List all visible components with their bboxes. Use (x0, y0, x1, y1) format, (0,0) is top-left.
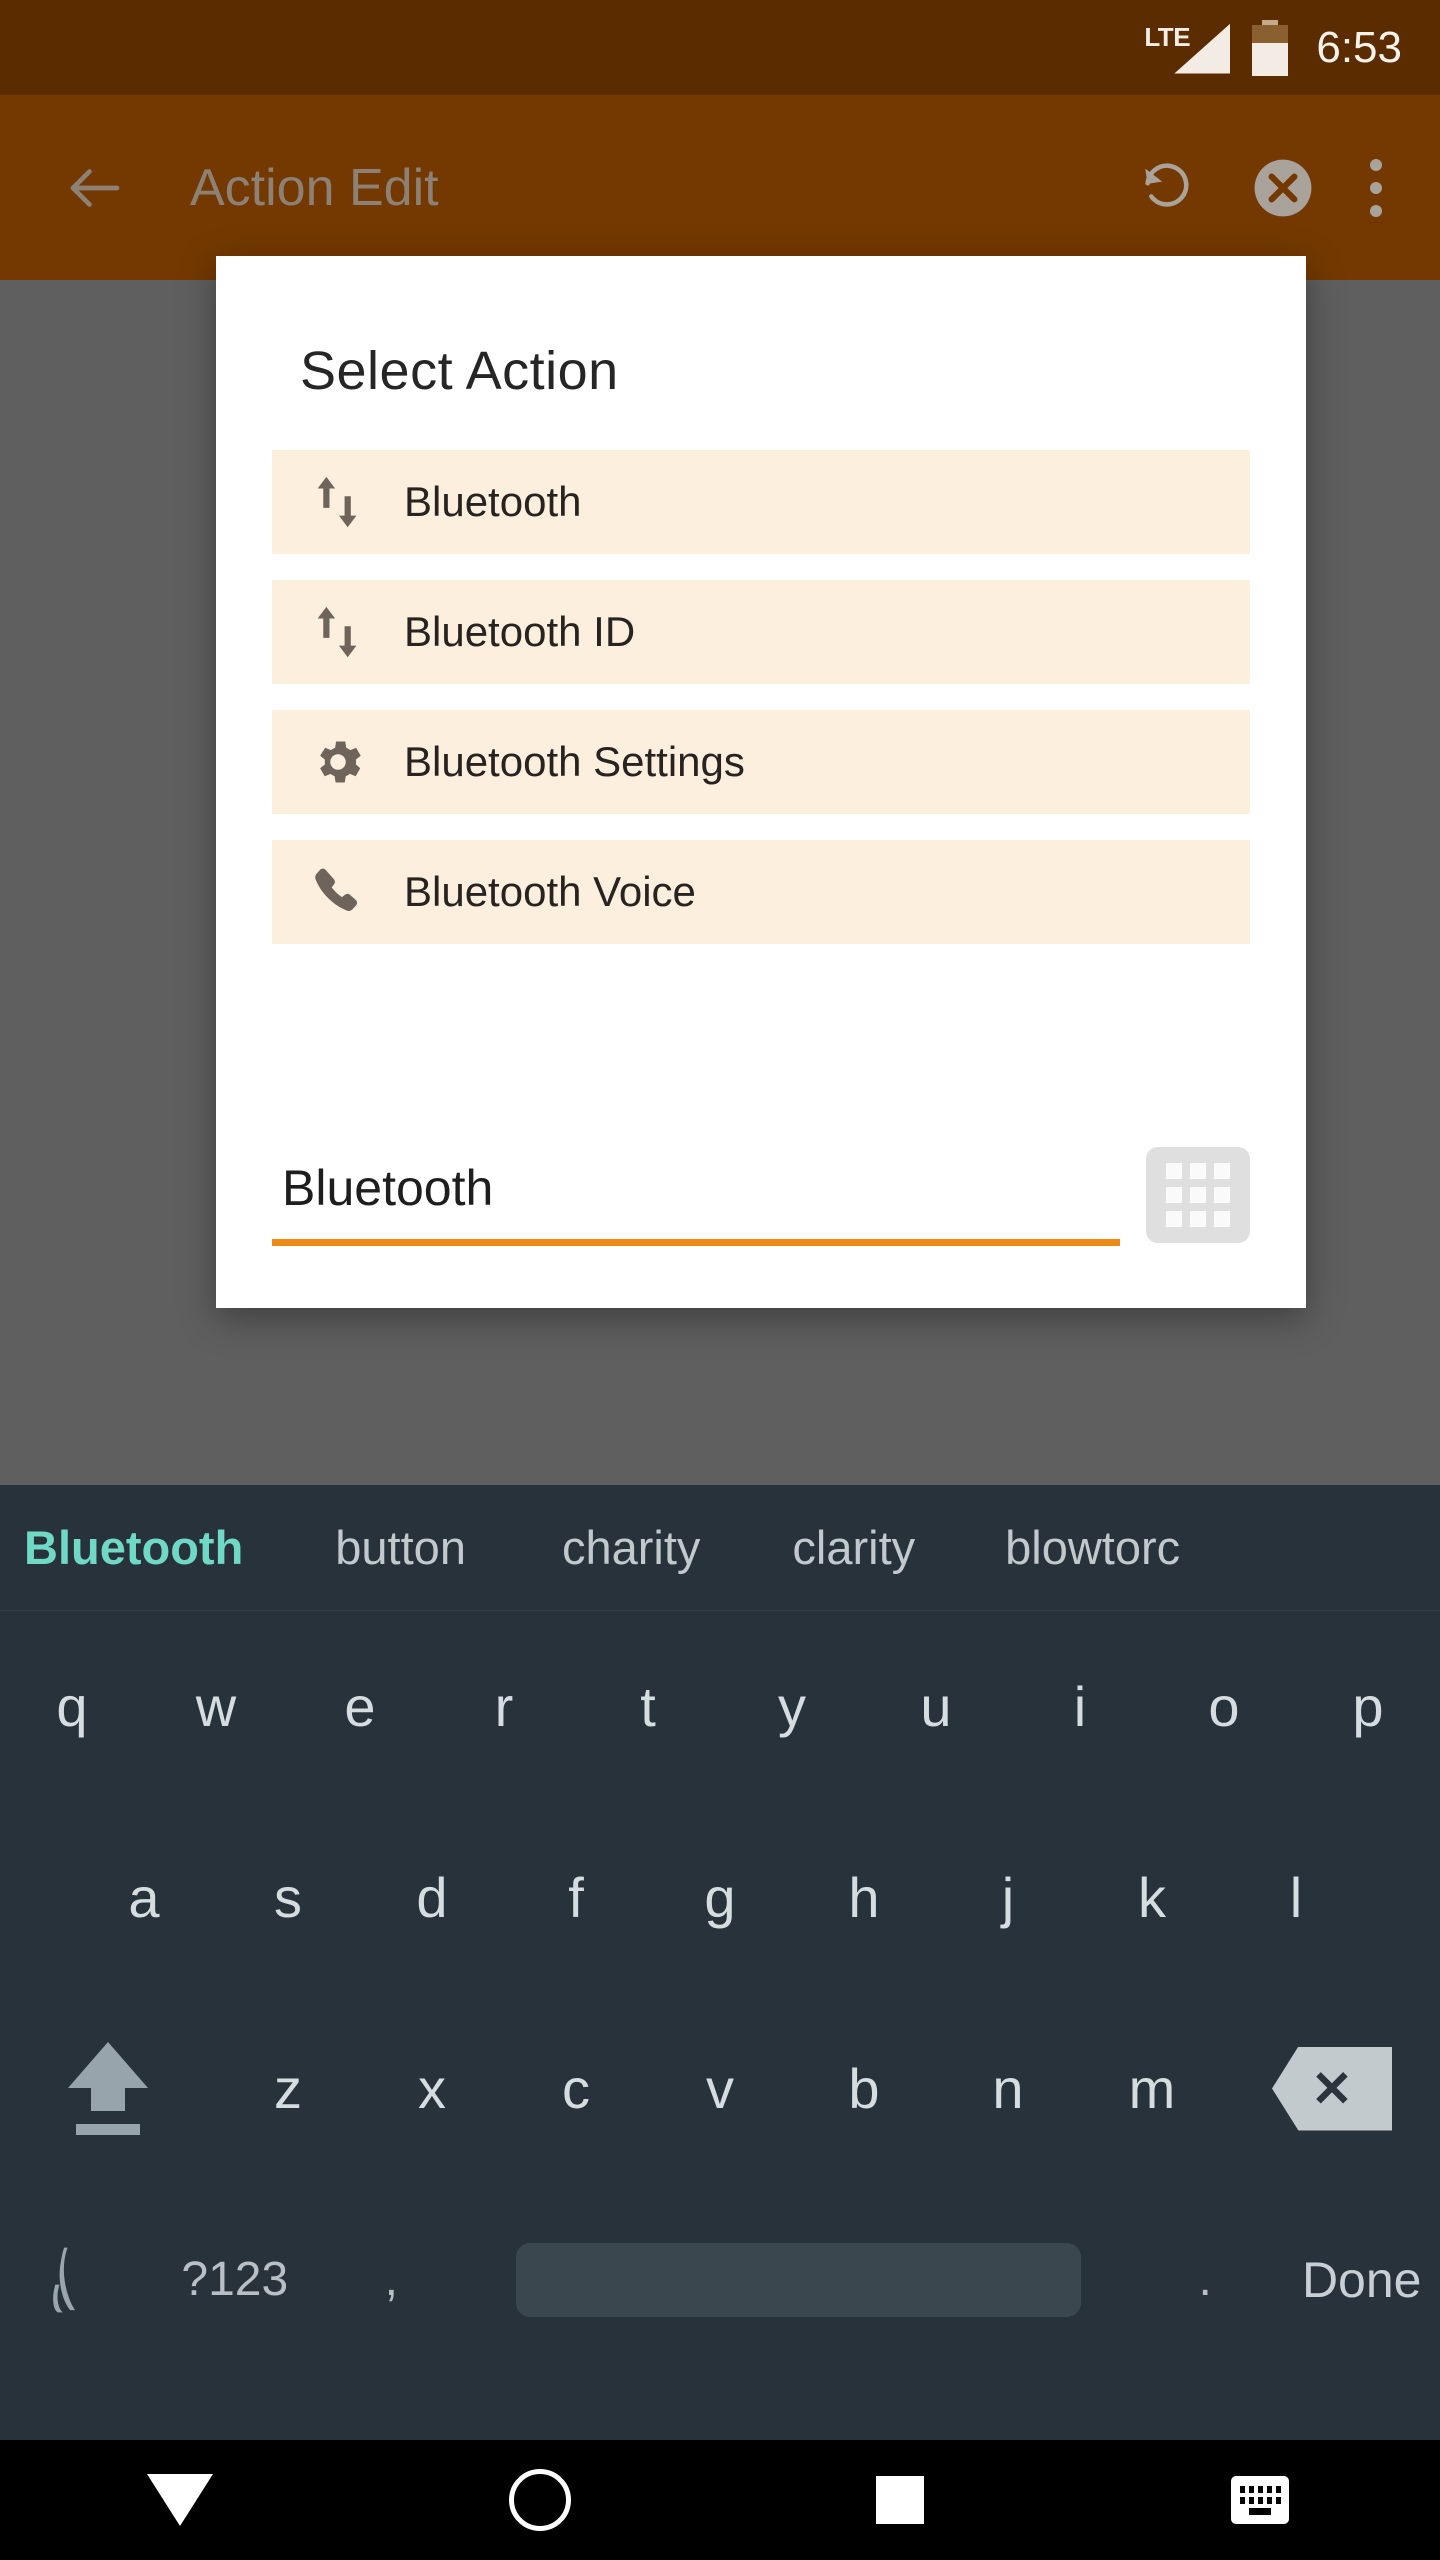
key-m[interactable]: m (1080, 1993, 1224, 2184)
action-name-input-row: Bluetooth (216, 1096, 1306, 1308)
up-down-arrows-icon (272, 601, 404, 663)
keyboard-row-1: q w e r t y u i o p (0, 1611, 1440, 1802)
up-down-arrows-icon (272, 471, 404, 533)
dialog-title: Select Action (300, 341, 619, 401)
key-y[interactable]: y (720, 1611, 864, 1802)
shift-arrow-icon[interactable] (0, 1993, 216, 2184)
home-circle-icon[interactable] (360, 2469, 720, 2531)
key-r[interactable]: r (432, 1611, 576, 1802)
key-h[interactable]: h (792, 1802, 936, 1993)
key-j[interactable]: j (936, 1802, 1080, 1993)
phone-handset-icon (272, 864, 404, 920)
input-underline (272, 1238, 1120, 1246)
key-l[interactable]: l (1224, 1802, 1368, 1993)
suggestion-item[interactable]: Bluetooth (24, 1520, 243, 1575)
key-g[interactable]: g (648, 1802, 792, 1993)
on-screen-keyboard: Bluetooth button charity clarity blowtor… (0, 1485, 1440, 2440)
suggestion-item[interactable]: button (335, 1520, 466, 1575)
recents-square-icon[interactable] (720, 2476, 1080, 2524)
clear-circle-x-icon[interactable] (1252, 157, 1314, 219)
status-bar-clock: 6:53 (1316, 22, 1402, 72)
list-item-label: Bluetooth ID (404, 608, 636, 655)
key-a[interactable]: a (72, 1802, 216, 1993)
suggestion-strip: Bluetooth button charity clarity blowtor… (0, 1485, 1440, 1611)
key-v[interactable]: v (648, 1993, 792, 2184)
apps-grid-icon[interactable] (1146, 1147, 1250, 1243)
suggestion-item[interactable]: blowtorc (1005, 1520, 1180, 1575)
action-list: Bluetooth Bluetooth ID Bluetooth Setting… (216, 450, 1306, 944)
list-item-label: Bluetooth Voice (404, 868, 696, 915)
key-p[interactable]: p (1296, 1611, 1440, 1802)
period-key[interactable]: . (1127, 2184, 1284, 2375)
comma-key[interactable]: , (313, 2184, 470, 2375)
key-t[interactable]: t (576, 1611, 720, 1802)
key-z[interactable]: z (216, 1993, 360, 2184)
list-item[interactable]: Bluetooth ID (272, 580, 1250, 684)
undo-rotate-icon[interactable] (1138, 159, 1196, 217)
keyboard-row-3: z x c v b n m ✕ (0, 1993, 1440, 2184)
key-u[interactable]: u (864, 1611, 1008, 1802)
key-k[interactable]: k (1080, 1802, 1224, 1993)
suggestion-item[interactable]: charity (562, 1520, 700, 1575)
battery-icon (1252, 19, 1289, 76)
key-e[interactable]: e (288, 1611, 432, 1802)
keyboard-switch-icon[interactable] (1080, 2476, 1440, 2524)
key-c[interactable]: c (504, 1993, 648, 2184)
done-key[interactable]: Done (1283, 2184, 1440, 2375)
keyboard-row-2: a s d f g h j k l (0, 1802, 1440, 1993)
list-item[interactable]: Bluetooth Settings (272, 710, 1250, 814)
select-action-dialog: Select Action Bluetooth Bluetooth ID Blu… (216, 256, 1306, 1308)
action-name-field-wrap[interactable]: Bluetooth (272, 1159, 1120, 1246)
navigation-bar (0, 2440, 1440, 2560)
backspace-icon[interactable]: ✕ (1224, 1993, 1440, 2184)
page-title: Action Edit (190, 158, 439, 217)
list-item-label: Bluetooth Settings (404, 738, 745, 785)
key-f[interactable]: f (504, 1802, 648, 1993)
action-name-input[interactable]: Bluetooth (272, 1159, 1120, 1239)
list-item[interactable]: Bluetooth (272, 450, 1250, 554)
key-d[interactable]: d (360, 1802, 504, 1993)
hide-keyboard-down-icon[interactable] (0, 2474, 360, 2526)
key-n[interactable]: n (936, 1993, 1080, 2184)
key-i[interactable]: i (1008, 1611, 1152, 1802)
key-x[interactable]: x (360, 1993, 504, 2184)
network-label: LTE (1144, 21, 1191, 52)
space-key[interactable] (470, 2184, 1127, 2375)
handwriting-gesture-icon[interactable] (0, 2184, 157, 2375)
list-item[interactable]: Bluetooth Voice (272, 840, 1250, 944)
status-bar-icons: LTE 6:53 (1144, 19, 1402, 76)
suggestion-item[interactable]: clarity (792, 1520, 915, 1575)
list-item-label: Bluetooth (404, 478, 582, 525)
status-bar: LTE 6:53 (0, 0, 1440, 95)
key-b[interactable]: b (792, 1993, 936, 2184)
app-bar: Action Edit (0, 95, 1440, 280)
signal-triangle-icon: LTE (1144, 20, 1231, 76)
symbols-key[interactable]: ?123 (157, 2184, 314, 2375)
back-arrow-icon[interactable] (40, 155, 150, 221)
key-q[interactable]: q (0, 1611, 144, 1802)
key-w[interactable]: w (144, 1611, 288, 1802)
overflow-menu-icon[interactable] (1370, 158, 1382, 217)
gear-icon (272, 733, 404, 791)
app-bar-actions (1138, 157, 1382, 219)
key-o[interactable]: o (1152, 1611, 1296, 1802)
key-s[interactable]: s (216, 1802, 360, 1993)
keyboard-row-4: ?123 , . Done (0, 2184, 1440, 2375)
